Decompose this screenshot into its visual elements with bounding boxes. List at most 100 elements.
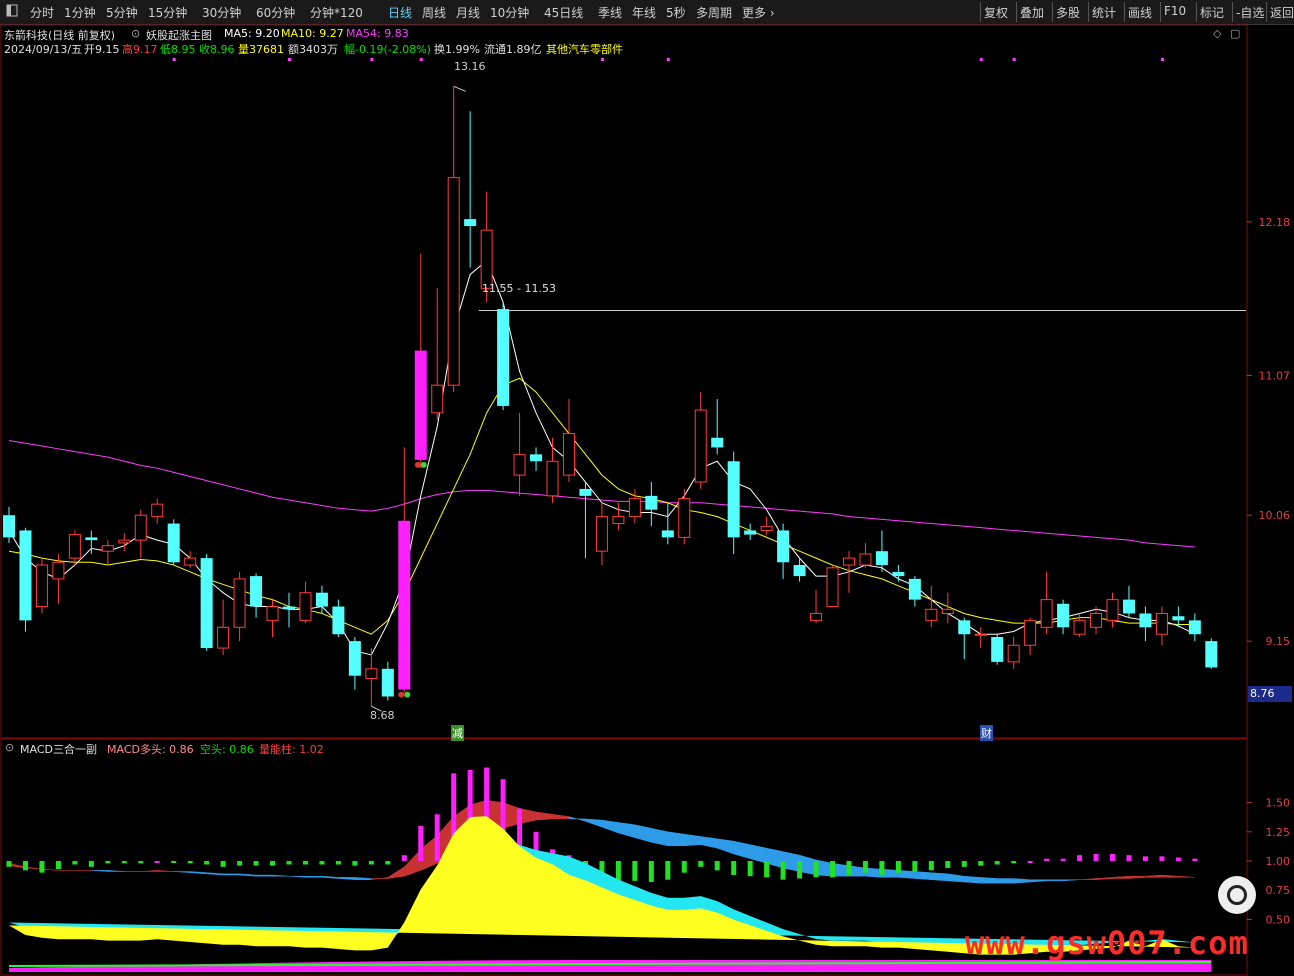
candle-body [381,668,394,697]
candle-body [760,525,773,531]
candle-body [546,460,559,497]
candle-body [118,539,131,544]
macd-area-segment [272,874,290,877]
candle-body [941,608,954,614]
candle-body [134,514,147,541]
volume-energy-bar [1175,857,1181,861]
volume-energy-bar [1011,861,1017,864]
volume-energy-bar [928,861,934,871]
volume-energy-bar [1142,856,1148,861]
macd-area-segment [1145,874,1163,878]
macd-area-segment [288,875,306,878]
candle-body [826,567,839,608]
candle-body [793,565,806,577]
volume-energy-bar [1044,858,1050,861]
macd-area-segment [140,870,158,872]
volume-energy-bar [22,861,28,871]
volume-energy-bar [1109,853,1115,861]
volume-energy-bar [55,861,61,870]
candle-body [842,557,855,566]
macd-area-segment [601,819,619,834]
top-marker-dot [666,58,670,61]
volume-energy-value: 量能柱: 1.02 [259,743,324,756]
volume-energy-bar [154,861,160,863]
macd-area-segment [91,870,109,872]
macd-area-segment [700,836,718,849]
volume-energy-bar [846,861,852,876]
volume-energy-bar [39,861,45,873]
macd-area-segment [733,840,751,859]
volume-energy-bar [171,861,177,863]
volume-energy-bar [1093,853,1099,861]
high-pointer [453,85,466,92]
sub-indicator-name[interactable]: MACD三合一副 [20,741,97,757]
y-tick-label: 12.18 [1259,216,1291,229]
event-marker-cai[interactable]: 财 [980,725,993,741]
candle-body [1024,619,1037,646]
candle-body [299,592,312,621]
candle-body [332,606,345,635]
candle-body [1172,616,1185,621]
volume-energy-bar [714,861,720,871]
candle-body [595,516,608,552]
macd-area-segment [1095,877,1113,880]
event-marker-jian[interactable]: 减 [451,725,464,741]
candle-body [1073,619,1086,635]
sub-y-tick-label: 0.75 [1266,884,1291,897]
candle-body [991,636,1004,662]
candle-body [3,515,15,538]
candle-body [266,606,279,621]
candle-body [315,592,328,607]
candle-body [925,608,938,621]
macd-area-segment [321,875,339,879]
volume-energy-bar [895,861,901,873]
volume-energy-bar [961,861,967,867]
candlestick-chart[interactable]: 12.18 11.07 10.06 9.15 1.50 1.25 1.00 0.75 0.50 [0,0,1294,976]
volume-energy-bar [237,861,243,866]
volume-energy-bar [830,861,835,878]
macd-area-segment [387,866,405,879]
volume-energy-bar [879,861,885,876]
volume-energy-bar [286,861,292,865]
candle-body [497,309,510,406]
steam-logo-icon [1218,876,1256,914]
macd-area-segment [1112,875,1130,879]
sub-y-tick-label: 1.25 [1266,826,1291,839]
macd-area-segment [222,873,240,876]
macd-area-segment [1062,879,1080,882]
volume-energy-bar [187,861,193,864]
candle-body [859,553,872,566]
volume-energy-bar [72,861,78,865]
volume-energy-bar [1027,861,1033,863]
macd-area-segment [964,875,981,884]
volume-energy-bar [368,861,374,865]
candle-body [513,453,526,476]
candle-body [875,551,888,566]
candle-body [282,606,295,610]
signal-dot [420,461,427,468]
volume-energy-bar [1077,855,1083,861]
macd-area-segment [255,874,273,877]
candle-body [628,498,641,518]
watermark: www.gsw007.com [965,924,1249,962]
candle-body [530,454,543,462]
volume-energy-bar [335,861,341,865]
candle-body [447,177,460,386]
macd-area-segment [618,822,636,838]
volume-energy-bar [6,861,12,867]
volume-energy-bar [862,861,868,873]
volume-energy-bar [270,861,276,866]
volume-energy-bar [632,861,638,881]
macd-kong-value: 空头: 0.86 [200,743,254,756]
sub-dropdown-icon[interactable]: ⊙ [5,741,14,754]
volume-energy-bar [1060,858,1066,861]
volume-energy-bar [648,861,654,883]
candle-body [1040,599,1053,628]
macd-area-segment [947,873,965,883]
candle-body [958,620,971,635]
volume-energy-bar [1159,856,1165,861]
macd-area-segment [914,871,932,880]
candle-body [612,516,625,525]
macd-area-segment [749,844,767,864]
candle-body [1205,641,1218,668]
